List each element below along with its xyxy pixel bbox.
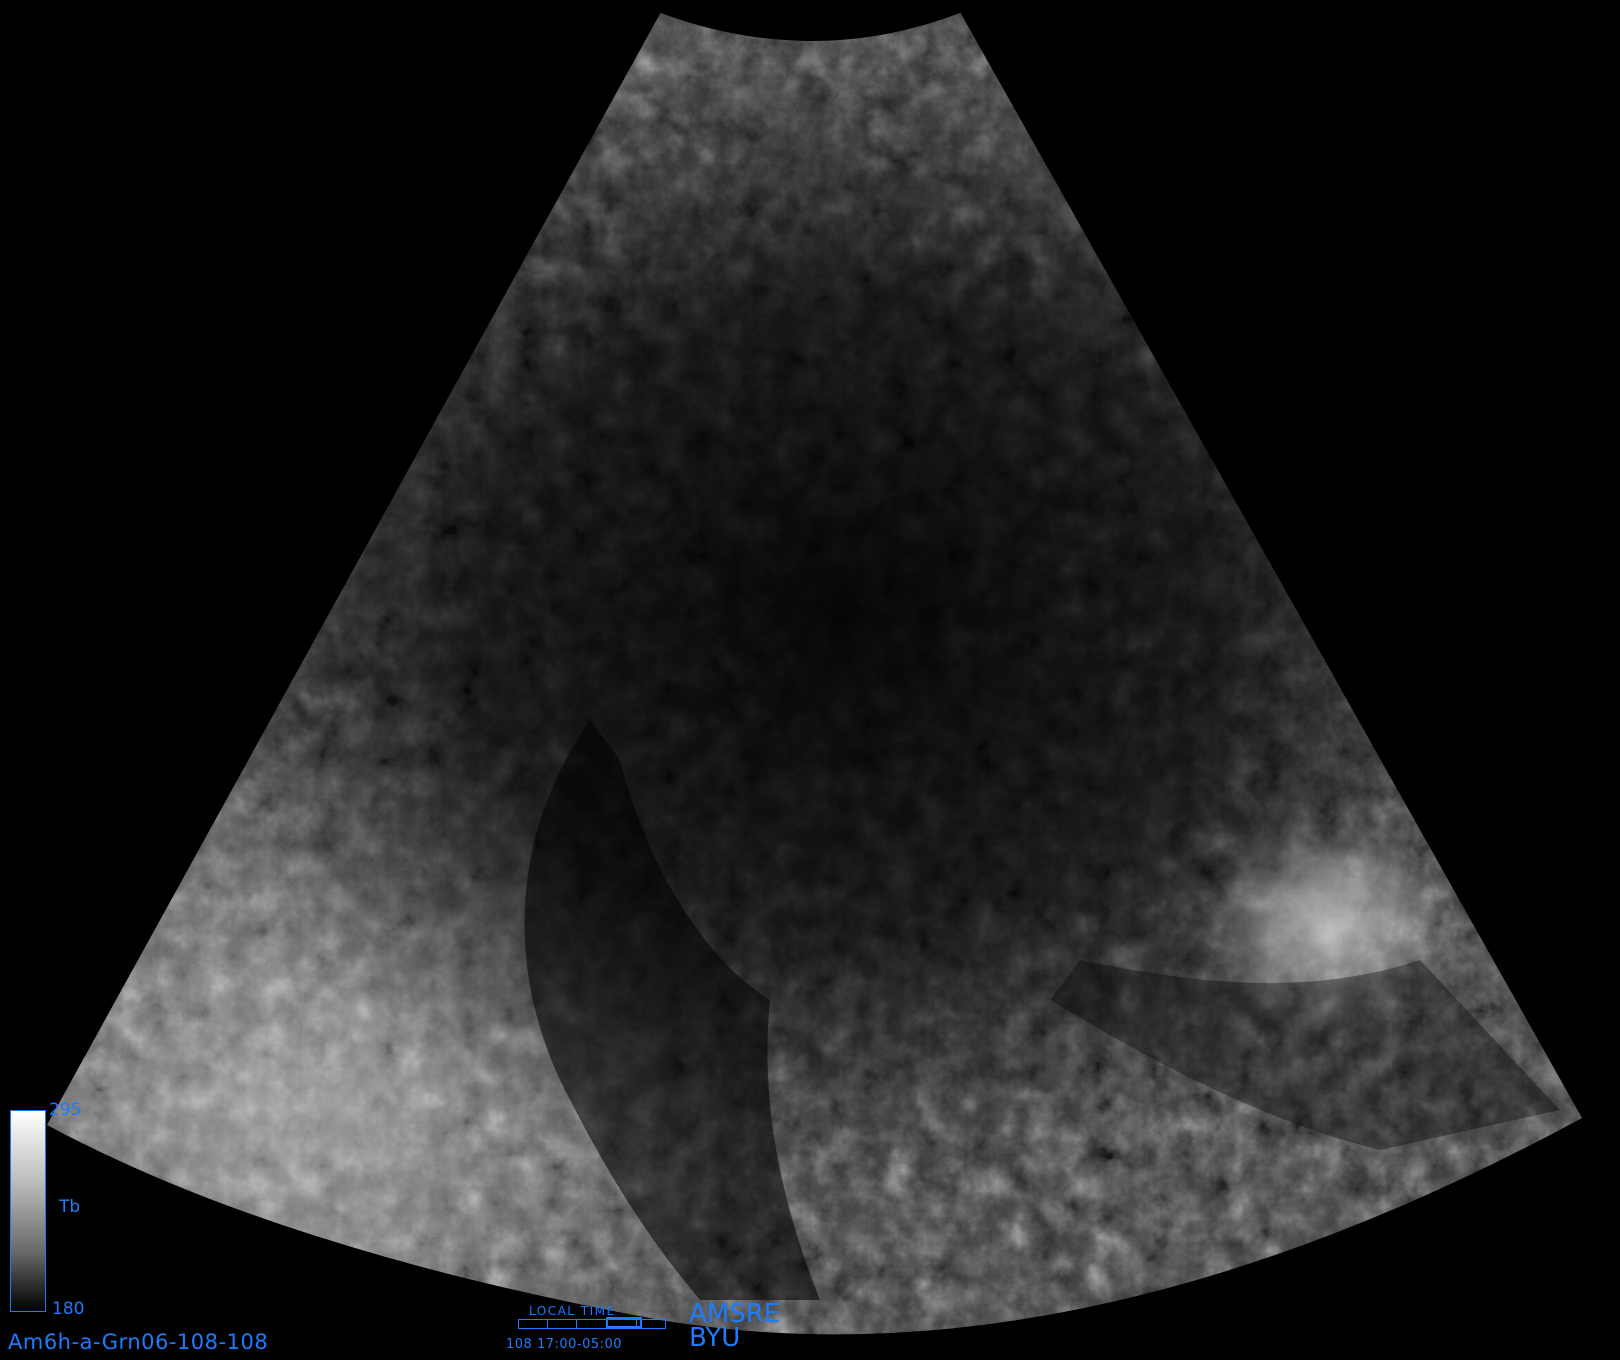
colorbar-variable-label: Tb [59, 1197, 81, 1217]
colorbar-min-label: 180 [52, 1299, 85, 1319]
swath-image [47, 11, 1582, 1335]
local-time-indicator: LOCAL TIME [518, 1304, 666, 1332]
local-time-label: LOCAL TIME [529, 1304, 616, 1318]
colorbar-max-label: 295 [49, 1100, 82, 1120]
sensor-credit: AMSRE BYU [689, 1301, 780, 1353]
institution-name: BYU [689, 1323, 741, 1353]
time-bar-active-window [606, 1317, 642, 1328]
time-readout: 108 17:00-05:00 [506, 1337, 623, 1352]
time-bar-segment [547, 1320, 577, 1328]
time-bar [518, 1317, 666, 1329]
time-bar-segment [576, 1320, 607, 1328]
time-bar-segment [519, 1320, 548, 1328]
colorbar [10, 1110, 46, 1312]
map-viewer: 295 Tb 180 Am6h-a-Grn06-108-108 LOCAL TI… [0, 0, 1620, 1360]
product-id: Am6h-a-Grn06-108-108 [8, 1330, 269, 1354]
